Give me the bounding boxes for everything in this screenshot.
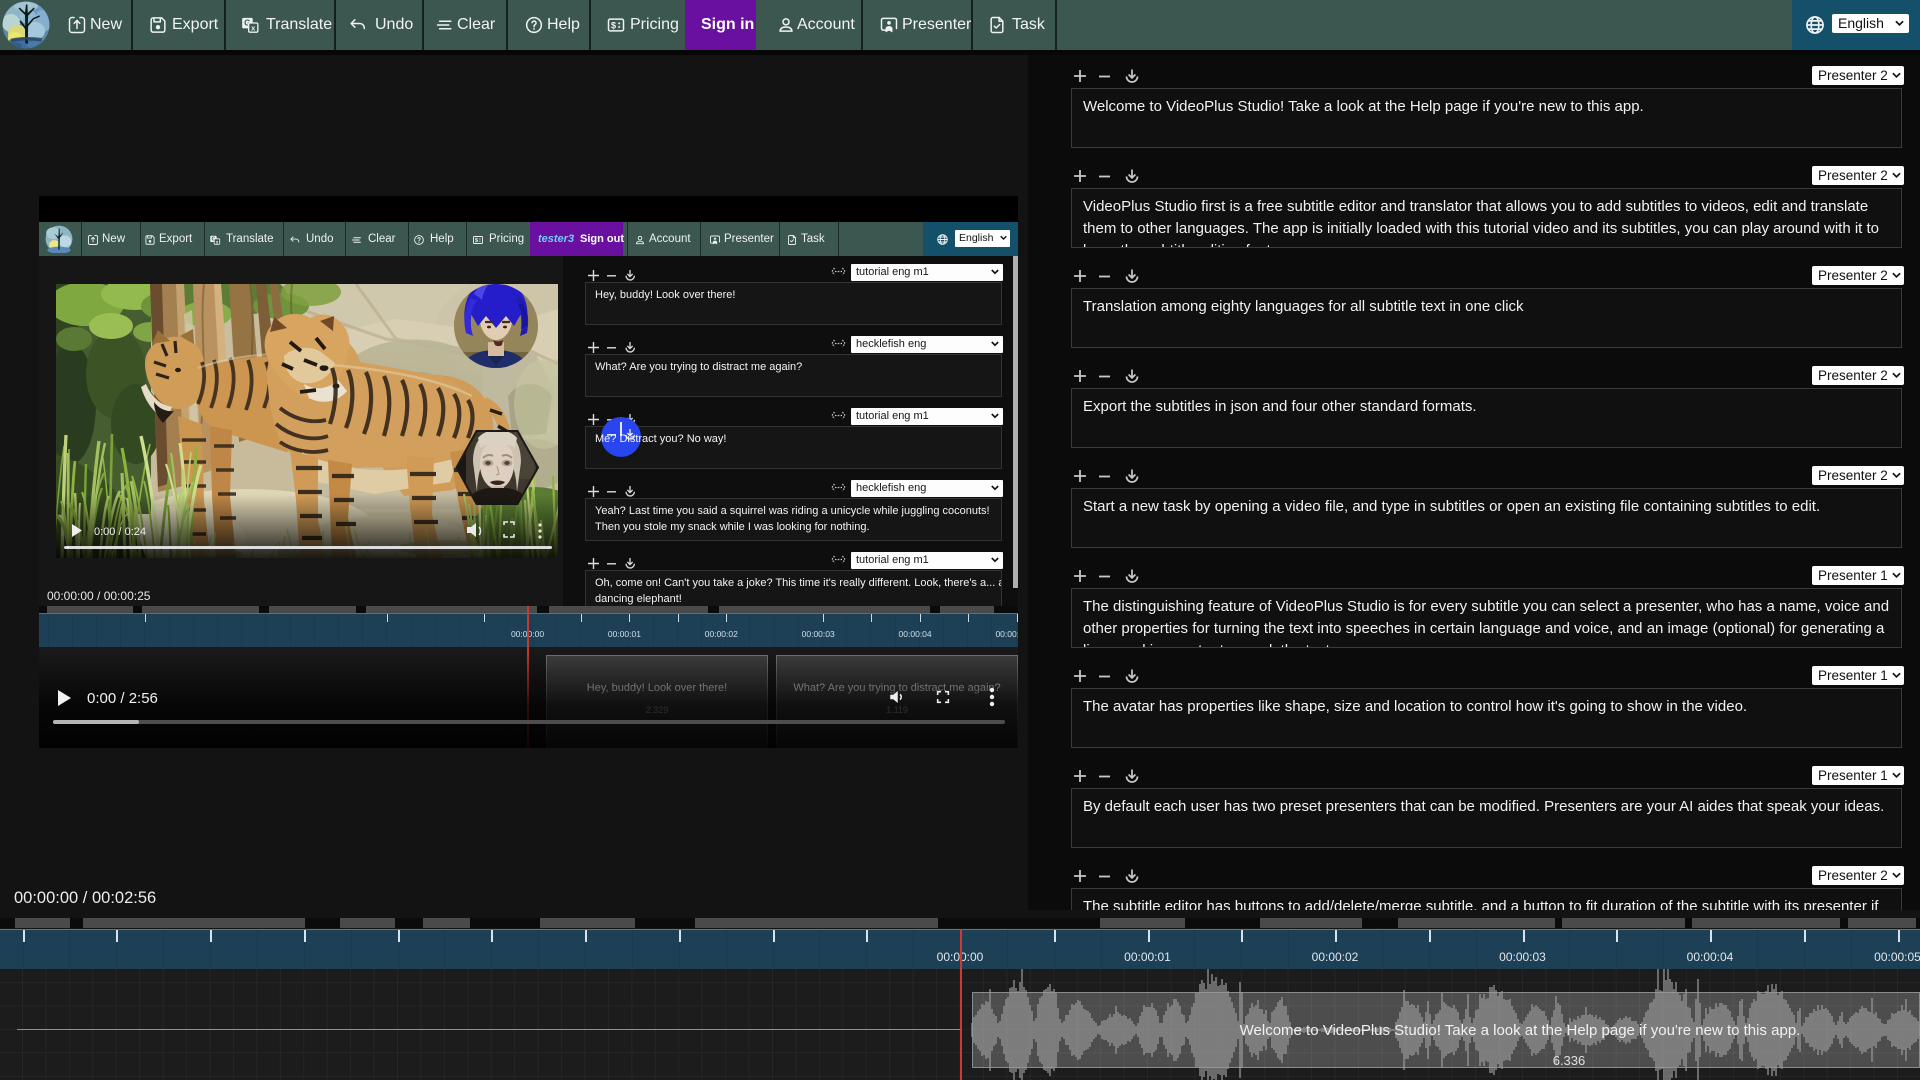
svg-text:0:00 / 0:24: 0:00 / 0:24 bbox=[94, 526, 146, 538]
svg-text:$: $ bbox=[611, 21, 616, 31]
svg-text:$: $ bbox=[475, 238, 478, 244]
